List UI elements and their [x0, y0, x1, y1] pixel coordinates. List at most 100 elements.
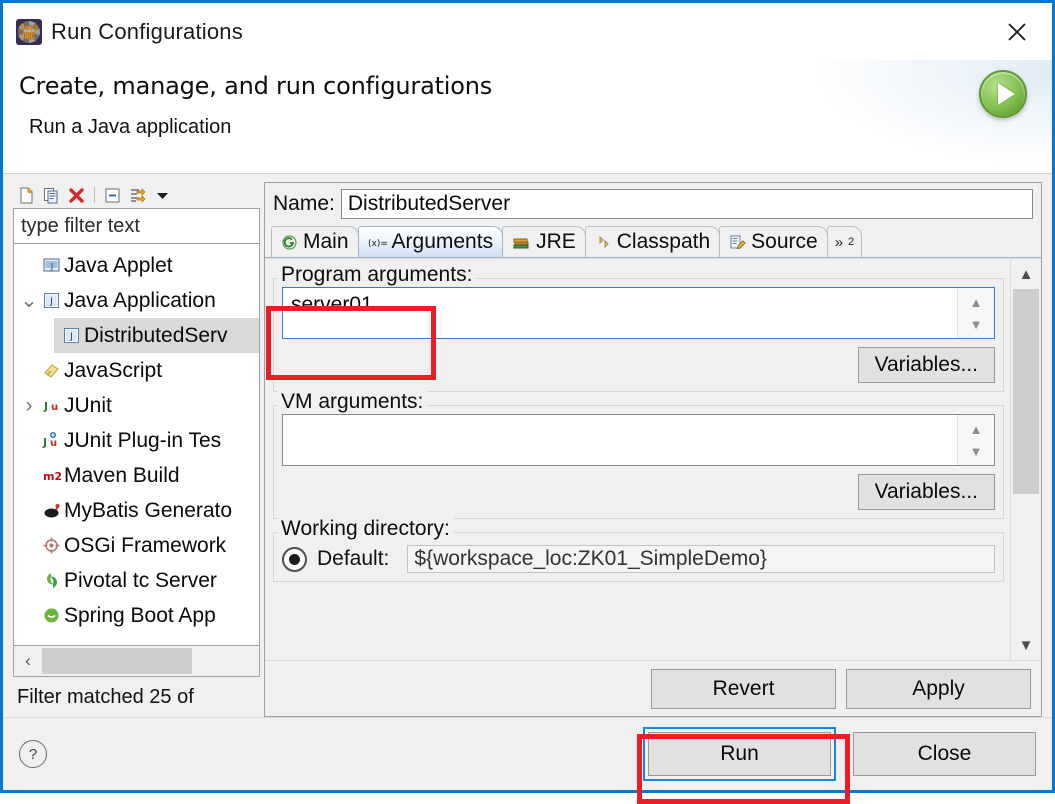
tree-item-javascript[interactable]: JavaScript	[14, 353, 259, 388]
working-directory-default-value: ${workspace_loc:ZK01_SimpleDemo}	[414, 547, 767, 570]
delete-configuration-icon[interactable]	[65, 184, 88, 206]
working-directory-default-radio[interactable]	[282, 546, 307, 572]
tab-bar: Main (x)= Arguments JRE Classpath Source » 2	[265, 225, 1041, 258]
svg-text:J: J	[49, 262, 52, 271]
tab-main[interactable]: Main	[271, 226, 359, 257]
arguments-vertical-scrollbar[interactable]: ▲ ▼	[1010, 259, 1041, 660]
tree-item-java-application[interactable]: ⌄ J Java Application	[14, 283, 259, 318]
tab-overflow-glyph: »	[834, 233, 844, 251]
help-question-icon[interactable]: ?	[19, 740, 47, 768]
tree-horizontal-scrollbar[interactable]: ‹	[13, 646, 260, 677]
tree-item-pivotal-tc-server[interactable]: Pivotal tc Server	[14, 563, 259, 598]
tab-overflow-button[interactable]: » 2	[826, 226, 863, 257]
vm-arguments-value	[283, 415, 957, 465]
java-application-icon: J	[58, 326, 84, 345]
tree-item-label: JUnit	[64, 393, 112, 417]
pivotal-icon	[38, 571, 64, 590]
apply-button[interactable]: Apply	[846, 668, 1031, 709]
maven-icon: m2	[38, 466, 64, 485]
tree-item-junit[interactable]: › Ju JUnit	[14, 388, 259, 423]
header-heading: Create, manage, and run configurations	[19, 72, 493, 100]
jre-tab-icon	[512, 235, 531, 250]
tree-item-distributedserv[interactable]: J DistributedServ	[54, 318, 259, 353]
tree-item-java-applet[interactable]: J Java Applet	[14, 248, 259, 283]
help-glyph: ?	[28, 745, 38, 763]
tab-label: Classpath	[616, 230, 711, 253]
filter-status-text: Filter matched 25 of	[17, 685, 194, 708]
source-tab-icon	[729, 234, 746, 251]
close-icon[interactable]	[998, 13, 1036, 51]
twisty-icon[interactable]: ⌄	[20, 288, 38, 313]
working-directory-default-input: ${workspace_loc:ZK01_SimpleDemo}	[407, 545, 995, 573]
vscroll-thumb[interactable]	[1013, 289, 1039, 494]
run-button[interactable]: Run	[648, 732, 831, 776]
duplicate-configuration-icon[interactable]	[40, 184, 63, 206]
name-row: Name: DistributedServer	[265, 183, 1041, 225]
working-directory-group: Working directory: Default: ${workspace_…	[273, 517, 1004, 582]
tree-item-maven-build[interactable]: m2 Maven Build	[14, 458, 259, 493]
collapse-all-icon[interactable]	[101, 184, 124, 206]
program-arguments-input[interactable]: server01 ▲ ▼	[282, 287, 995, 339]
working-directory-default-row[interactable]: Default: ${workspace_loc:ZK01_SimpleDemo…	[282, 545, 995, 573]
tree-item-label: JavaScript	[64, 358, 163, 382]
hscroll-thumb[interactable]	[42, 648, 192, 674]
twisty-icon[interactable]: ›	[20, 394, 38, 418]
tree-item-label: JUnit Plug-in Tes	[64, 428, 222, 452]
revert-button[interactable]: Revert	[651, 668, 836, 709]
toolbar-separator	[94, 187, 95, 203]
scroll-left-arrow-icon[interactable]: ‹	[14, 651, 42, 671]
java-ee-ide-icon: Java EE IDE	[16, 18, 42, 45]
view-menu-chevron-icon[interactable]	[151, 184, 174, 206]
tab-source[interactable]: Source	[719, 226, 828, 257]
tree-item-label: MyBatis Generato	[64, 498, 233, 522]
main-tab-icon	[281, 234, 298, 251]
tab-label: JRE	[536, 230, 576, 253]
filter-input[interactable]: type filter text	[13, 208, 260, 244]
vm-arguments-variables-button[interactable]: Variables...	[857, 474, 995, 510]
tree-item-osgi-framework[interactable]: OSGi Framework	[14, 528, 259, 563]
configurations-tree[interactable]: J Java Applet ⌄ J Java Application J Distribut…	[13, 244, 260, 646]
filter-input-text: type filter text	[21, 214, 140, 237]
tree-item-spring-boot-app[interactable]: Spring Boot App	[14, 598, 259, 633]
vscroll-track[interactable]	[1011, 289, 1041, 630]
tab-label: Source	[751, 230, 818, 253]
svg-text:u: u	[50, 438, 57, 449]
name-input-value: DistributedServer	[347, 192, 511, 215]
program-arguments-resize-spinner[interactable]: ▲ ▼	[957, 288, 994, 338]
tab-label: Arguments	[391, 230, 494, 253]
name-input[interactable]: DistributedServer	[340, 189, 1033, 219]
svg-text:u: u	[51, 402, 58, 413]
junit-plugin-icon: Ju	[38, 431, 64, 450]
tree-item-label: Spring Boot App	[64, 603, 216, 627]
scroll-down-arrow-icon[interactable]: ▼	[1011, 630, 1041, 660]
close-button[interactable]: Close	[853, 732, 1036, 776]
program-arguments-label: Program arguments:	[277, 263, 477, 287]
svg-text:(x)=: (x)=	[368, 239, 387, 249]
run-button-wrapper: Run	[643, 727, 836, 781]
tree-item-mybatis-generato[interactable]: MyBatis Generato	[14, 493, 259, 528]
filter-launch-icon[interactable]	[126, 184, 149, 206]
name-label: Name:	[273, 192, 335, 215]
program-arguments-variables-button[interactable]: Variables...	[857, 347, 995, 383]
dialog-body: type filter text J Java Applet ⌄ J Java Appl…	[3, 174, 1052, 717]
working-directory-default-label: Default:	[317, 547, 390, 570]
vm-arguments-resize-spinner[interactable]: ▲ ▼	[957, 415, 994, 465]
vm-arguments-input[interactable]: ▲ ▼	[282, 414, 995, 466]
window-title: Run Configurations	[51, 18, 243, 44]
svg-text:J: J	[43, 400, 48, 413]
new-configuration-icon[interactable]	[15, 184, 38, 206]
tab-arguments[interactable]: (x)= Arguments	[357, 226, 504, 257]
tab-classpath[interactable]: Classpath	[584, 226, 721, 257]
junit-icon: Ju	[38, 396, 64, 415]
mybatis-icon	[38, 501, 64, 520]
classpath-tab-icon	[595, 234, 612, 251]
app-icon-text-line2: IDE	[22, 31, 36, 41]
dialog-footer: ? Run Close	[3, 717, 1052, 790]
working-directory-label: Working directory:	[277, 517, 454, 541]
svg-text:J: J	[69, 332, 73, 342]
tree-item-junit-plug-in-tes[interactable]: Ju JUnit Plug-in Tes	[14, 423, 259, 458]
chevron-up-icon: ▲	[969, 421, 983, 437]
arguments-scroll-area: Program arguments: server01 ▲ ▼ Variable	[265, 259, 1010, 660]
tab-jre[interactable]: JRE	[502, 226, 586, 257]
scroll-up-arrow-icon[interactable]: ▲	[1011, 259, 1041, 289]
